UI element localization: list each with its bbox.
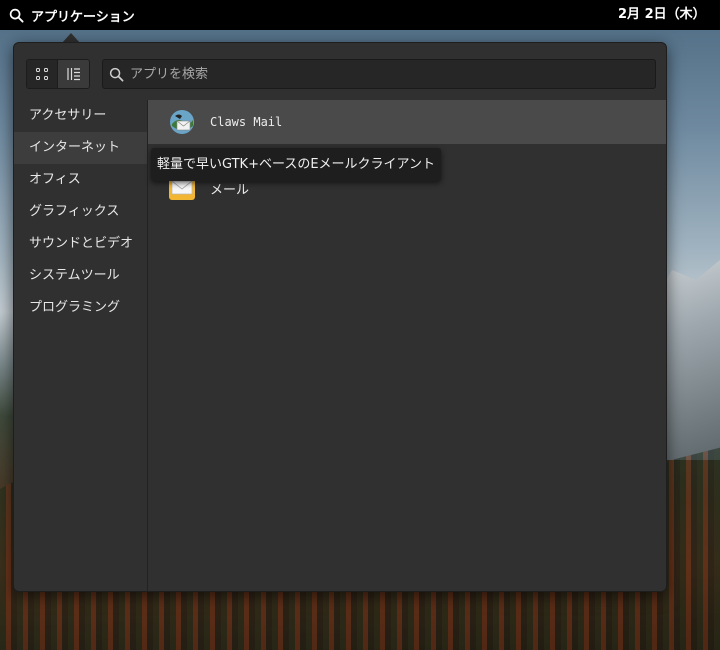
claws-mail-icon bbox=[168, 108, 196, 136]
category-item-office[interactable]: オフィス bbox=[14, 164, 147, 196]
category-view-icon bbox=[66, 68, 80, 81]
app-description-tooltip: 軽量で早いGTK+ベースのEメールクライアント bbox=[151, 148, 442, 181]
search-icon bbox=[9, 8, 24, 23]
search-icon bbox=[109, 67, 124, 81]
app-item-claws-mail[interactable]: Claws Mail bbox=[148, 100, 666, 144]
applications-menu-popover: アクセサリー インターネット オフィス グラフィックス サウンドとビデオ システ… bbox=[13, 42, 667, 592]
clock-indicator[interactable]: 2月 2日（木） bbox=[618, 0, 706, 30]
grid-view-button[interactable] bbox=[27, 60, 59, 88]
search-box bbox=[102, 59, 656, 89]
applications-label: アプリケーション bbox=[31, 9, 135, 25]
category-item-programming[interactable]: プログラミング bbox=[14, 292, 147, 324]
category-item-accessories[interactable]: アクセサリー bbox=[14, 100, 147, 132]
category-item-internet[interactable]: インターネット bbox=[14, 132, 147, 164]
category-item-sound-video[interactable]: サウンドとビデオ bbox=[14, 228, 147, 260]
category-view-button[interactable] bbox=[58, 60, 89, 88]
applications-menu-button[interactable]: アプリケーション bbox=[9, 0, 135, 30]
category-sidebar: アクセサリー インターネット オフィス グラフィックス サウンドとビデオ システ… bbox=[14, 100, 148, 591]
search-input[interactable] bbox=[130, 61, 655, 87]
category-item-system-tools[interactable]: システムツール bbox=[14, 260, 147, 292]
app-label: Claws Mail bbox=[210, 115, 283, 129]
view-mode-toggle bbox=[26, 59, 90, 89]
grid-view-icon bbox=[36, 68, 48, 80]
top-panel: アプリケーション 2月 2日（木） bbox=[0, 0, 720, 30]
category-item-graphics[interactable]: グラフィックス bbox=[14, 196, 147, 228]
app-label: メール bbox=[210, 182, 250, 198]
